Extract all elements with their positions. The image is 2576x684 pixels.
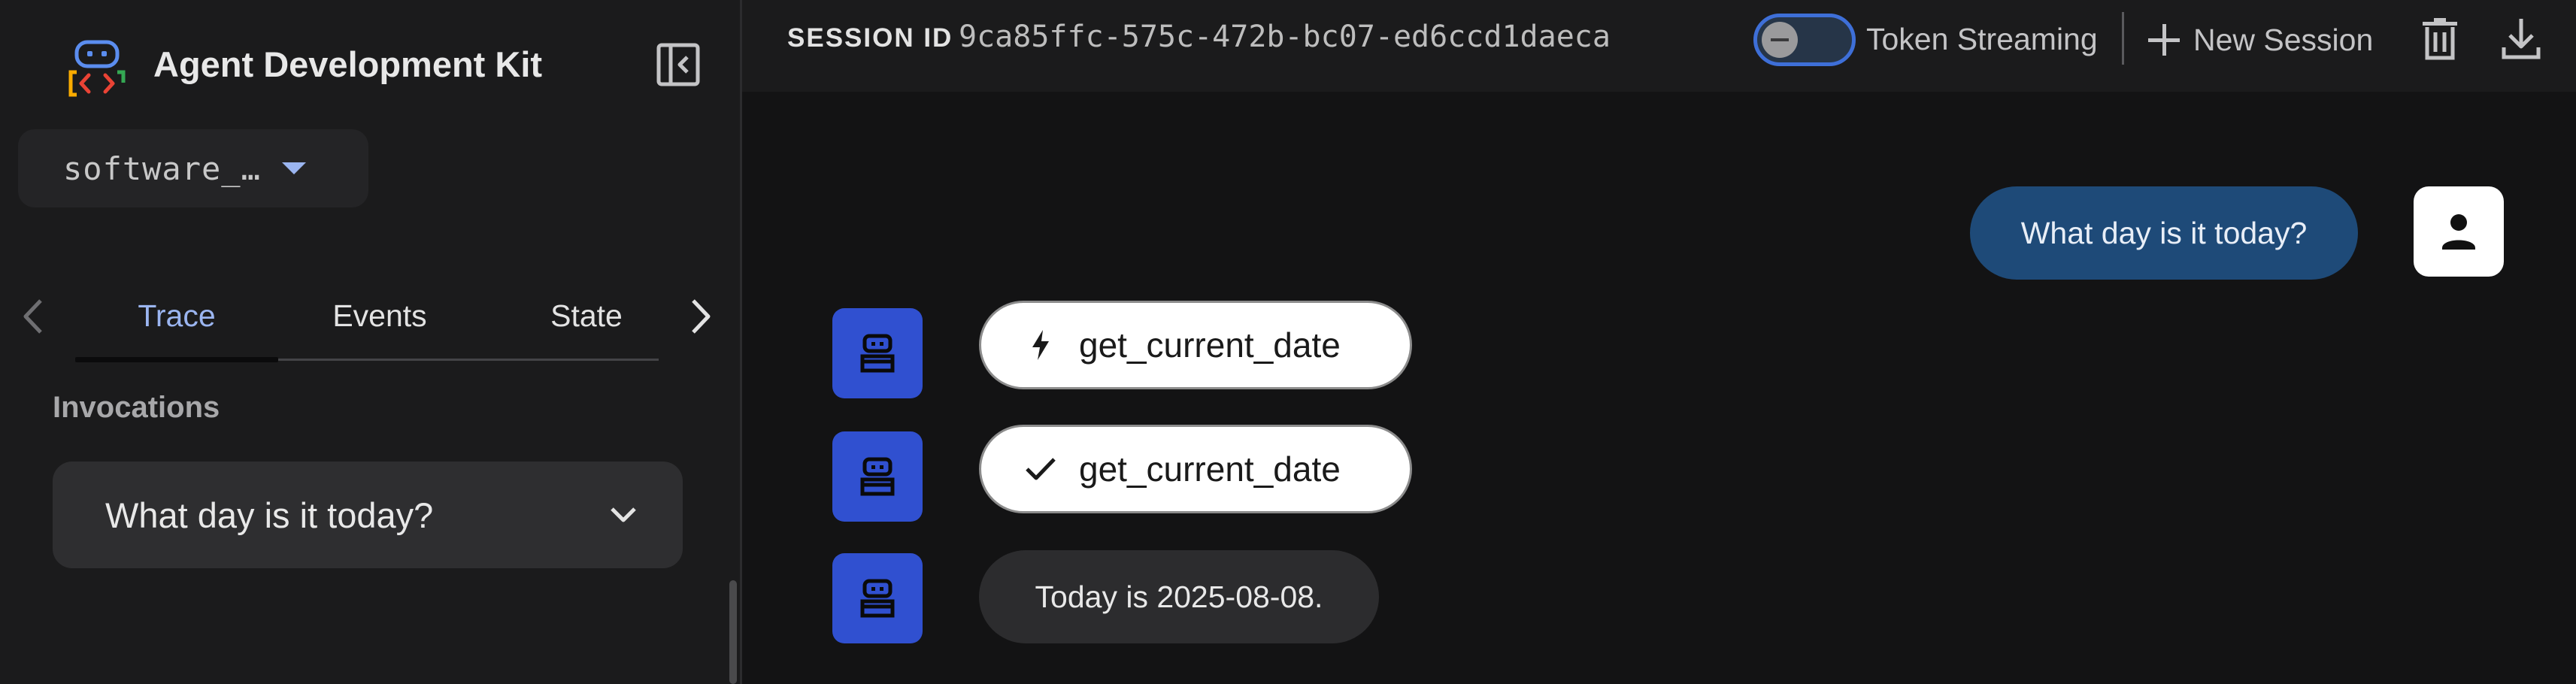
active-tab-indicator (75, 357, 278, 362)
invocations-heading: Invocations (53, 391, 220, 424)
person-icon (2442, 214, 2475, 250)
user-message-bubble: What day is it today? (1970, 186, 2358, 280)
chevron-right-icon (692, 299, 711, 334)
app-select-value: software_… (63, 150, 261, 187)
tabs-scroll-right-button[interactable] (678, 290, 723, 343)
new-session-button[interactable]: New Session (2148, 14, 2373, 66)
function-call-chip[interactable]: get_current_date (979, 301, 1412, 389)
function-response-name: get_current_date (1079, 449, 1341, 489)
brand (66, 38, 128, 99)
collapse-sidebar-button[interactable] (656, 42, 701, 87)
tab-trace[interactable]: Trace (75, 271, 278, 361)
session-id-label: SESSION ID (787, 23, 953, 53)
bot-avatar (832, 308, 923, 398)
check-icon (1023, 452, 1058, 486)
download-session-button[interactable] (2499, 15, 2544, 63)
token-streaming-label: Token Streaming (1866, 22, 2098, 56)
tab-state[interactable]: State (481, 271, 692, 361)
delete-session-button[interactable] (2417, 15, 2462, 63)
app-select[interactable]: software_… (18, 129, 368, 207)
sidebar-divider[interactable] (740, 0, 742, 684)
tabs-scroll-left-button[interactable] (11, 290, 56, 343)
chevron-left-icon (23, 299, 42, 334)
sidebar-scrollbar[interactable] (729, 580, 737, 684)
robot-icon (860, 579, 895, 618)
caret-down-icon (281, 162, 306, 174)
session-toolbar: SESSION ID 9ca85ffc-575c-472b-bc07-ed6cc… (742, 0, 2576, 92)
bot-avatar (832, 431, 923, 522)
robot-icon (860, 457, 895, 496)
invocation-item[interactable]: What day is it today? (53, 462, 683, 568)
new-session-label: New Session (2193, 22, 2374, 57)
bot-avatar (832, 553, 923, 643)
adk-logo-icon (68, 40, 126, 97)
sidebar-collapse-icon (656, 43, 700, 86)
plus-icon (2148, 24, 2180, 56)
token-streaming-toggle[interactable] (1753, 14, 1856, 66)
function-response-chip[interactable]: get_current_date (979, 425, 1412, 513)
side-tabs: Trace Events State (0, 271, 740, 362)
bot-message-bubble: Today is 2025-08-08. (979, 550, 1379, 643)
function-call-name: get_current_date (1079, 325, 1341, 365)
user-avatar (2414, 186, 2504, 277)
invocation-label: What day is it today? (105, 495, 434, 535)
sidebar: Agent Development Kit software_… Trace E… (0, 0, 740, 684)
brand-title: Agent Development Kit (153, 44, 543, 84)
session-id-value: 9ca85ffc-575c-472b-bc07-ed6ccd1daeca (959, 20, 1611, 54)
toolbar-separator (2122, 12, 2124, 65)
download-icon (2502, 19, 2541, 59)
trash-icon (2423, 18, 2457, 60)
toggle-knob (1762, 22, 1798, 58)
chevron-down-icon (611, 507, 636, 522)
tab-events[interactable]: Events (278, 271, 481, 361)
robot-icon (860, 334, 895, 373)
bolt-icon (1023, 328, 1058, 362)
